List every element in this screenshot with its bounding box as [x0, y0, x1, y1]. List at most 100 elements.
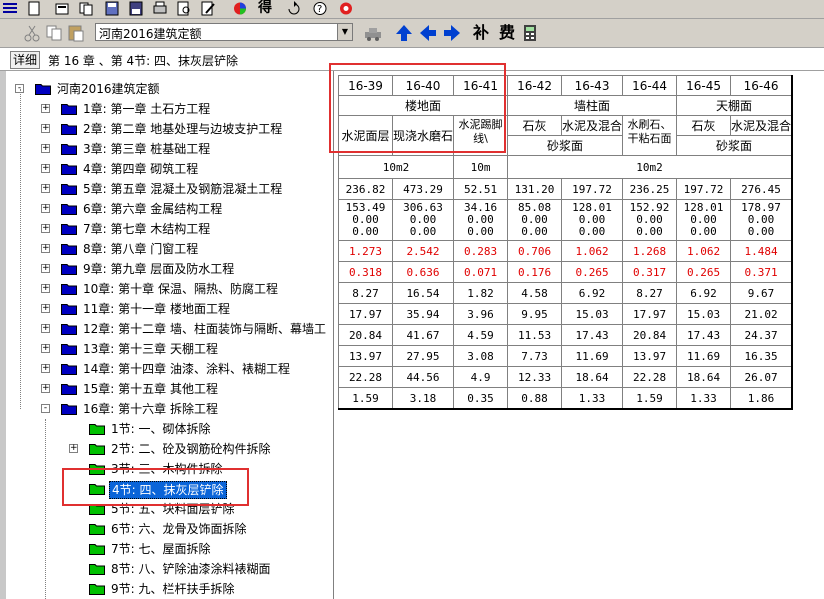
preview-icon[interactable] [176, 1, 192, 16]
text-tool-button[interactable]: 得 [258, 1, 282, 16]
value-cell[interactable]: 8.27 [338, 282, 393, 304]
value-cell[interactable]: 15.03 [561, 303, 624, 325]
expand-icon[interactable]: + [41, 224, 50, 233]
unit-cell[interactable]: 10m2 [507, 155, 793, 179]
value-cell[interactable]: 16.54 [391, 282, 455, 304]
supplement-button[interactable]: 补 [470, 23, 492, 43]
value-cell[interactable]: 3.08 [453, 345, 509, 367]
tree-chapter-item[interactable]: +8章: 第八章 门窗工程 [7, 239, 333, 259]
arrow-left-icon[interactable] [418, 23, 438, 43]
copy-icon[interactable] [44, 23, 64, 43]
exit-icon[interactable] [338, 1, 354, 16]
value-cell[interactable]: 17.97 [622, 303, 678, 325]
tree-chapter-item[interactable]: +1章: 第一章 土石方工程 [7, 99, 333, 119]
tree-chapter-item[interactable]: +7章: 第七章 木结构工程 [7, 219, 333, 239]
expand-icon[interactable]: + [41, 304, 50, 313]
coefficient-cell[interactable]: 1.273 [338, 240, 393, 262]
value-cell[interactable]: 22.28 [338, 366, 393, 388]
value-cell[interactable]: 11.69 [561, 345, 624, 367]
expand-icon[interactable]: + [41, 384, 50, 393]
fee-button[interactable]: 费 [496, 23, 518, 43]
base-price-cell[interactable]: 236.82 [338, 178, 393, 200]
value-cell[interactable]: 35.94 [391, 303, 455, 325]
tree-chapter-item[interactable]: +9章: 第九章 层面及防水工程 [7, 259, 333, 279]
group-label-cell[interactable]: 墙柱面 [507, 95, 678, 116]
tree-chapter-item[interactable]: +4章: 第四章 砌筑工程 [7, 159, 333, 179]
value-cell[interactable]: 17.97 [338, 303, 393, 325]
base-price-cell[interactable]: 473.29 [391, 178, 455, 200]
value-cell[interactable]: 4.9 [453, 366, 509, 388]
edit-icon[interactable] [200, 1, 216, 16]
expand-icon[interactable]: + [41, 164, 50, 173]
quota-code-cell[interactable]: 16-45 [676, 75, 732, 96]
tree-chapter-item[interactable]: +13章: 第十三章 天棚工程 [7, 339, 333, 359]
coefficient-cell[interactable]: 0.371 [730, 261, 793, 283]
value-cell[interactable]: 6.92 [676, 282, 732, 304]
value-cell[interactable]: 0.88 [507, 387, 563, 410]
value-cell[interactable]: 44.56 [391, 366, 455, 388]
value-cell[interactable]: 1.86 [730, 387, 793, 410]
sub-name-cell[interactable]: 水泥及混合 [561, 115, 624, 136]
value-cell[interactable]: 1.59 [338, 387, 393, 410]
value-cell[interactable]: 20.84 [622, 324, 678, 346]
coefficient-cell[interactable]: 0.265 [561, 261, 624, 283]
base-price-cell[interactable]: 276.45 [730, 178, 793, 200]
tree-section-item[interactable]: 7节: 七、屋面拆除 [7, 539, 333, 559]
value-cell[interactable]: 24.37 [730, 324, 793, 346]
value-cell[interactable]: 4.59 [453, 324, 509, 346]
value-cell[interactable]: 0.35 [453, 387, 509, 410]
sub-name-cell[interactable]: 石灰 [676, 115, 732, 136]
floppy-icon[interactable] [128, 1, 144, 16]
calculator-icon[interactable] [520, 23, 540, 43]
value-cell[interactable]: 4.58 [507, 282, 563, 304]
coefficient-cell[interactable]: 1.268 [622, 240, 678, 262]
tree-chapter-item[interactable]: +6章: 第六章 金属结构工程 [7, 199, 333, 219]
tree-chapter-item[interactable]: +5章: 第五章 混凝土及钢筋混凝土工程 [7, 179, 333, 199]
coefficient-cell[interactable]: 1.062 [676, 240, 732, 262]
coefficient-cell[interactable]: 1.484 [730, 240, 793, 262]
value-cell[interactable]: 21.02 [730, 303, 793, 325]
save-icon[interactable] [104, 1, 120, 16]
base-price-cell[interactable]: 131.20 [507, 178, 563, 200]
new-file-icon[interactable] [26, 1, 42, 16]
expand-icon[interactable]: + [41, 364, 50, 373]
tree-chapter-item[interactable]: +11章: 第十一章 楼地面工程 [7, 299, 333, 319]
value-cell[interactable]: 1.59 [622, 387, 678, 410]
menu-icon[interactable] [2, 1, 18, 16]
quota-code-cell[interactable]: 16-46 [730, 75, 793, 96]
base-price-cell[interactable]: 52.51 [453, 178, 509, 200]
coefficient-cell[interactable]: 0.706 [507, 240, 563, 262]
coefficient-cell[interactable]: 0.283 [453, 240, 509, 262]
tree-section-item[interactable]: 6节: 六、龙骨及饰面拆除 [7, 519, 333, 539]
tree-section-item[interactable]: 1节: 一、砌体拆除 [7, 419, 333, 439]
coefficient-cell[interactable]: 0.318 [338, 261, 393, 283]
group-label-cell[interactable]: 天棚面 [676, 95, 793, 116]
material-label-cell[interactable]: 砂浆面 [507, 135, 624, 156]
value-cell[interactable]: 17.43 [676, 324, 732, 346]
value-cell[interactable]: 27.95 [391, 345, 455, 367]
coefficient-cell[interactable]: 1.062 [561, 240, 624, 262]
coefficient-cell[interactable]: 0.265 [676, 261, 732, 283]
tree-chapter-item[interactable]: +3章: 第三章 桩基础工程 [7, 139, 333, 159]
copy-doc-icon[interactable] [78, 1, 94, 16]
tree-root[interactable]: - 河南2016建筑定额 [7, 79, 333, 99]
coefficient-cell[interactable]: 0.317 [622, 261, 678, 283]
help-icon[interactable]: ? [312, 1, 328, 16]
value-cell[interactable]: 3.96 [453, 303, 509, 325]
labor-cell[interactable]: 128.01 0.00 0.00 [676, 199, 732, 241]
paste-icon[interactable] [66, 23, 86, 43]
value-cell[interactable]: 16.35 [730, 345, 793, 367]
base-price-cell[interactable]: 236.25 [622, 178, 678, 200]
coefficient-cell[interactable]: 2.542 [391, 240, 455, 262]
expand-icon[interactable]: + [41, 204, 50, 213]
quota-tree[interactable]: - 河南2016建筑定额 +1章: 第一章 土石方工程 +2章: 第二章 地基处理与边… [7, 71, 334, 599]
value-cell[interactable]: 12.33 [507, 366, 563, 388]
open-file-icon[interactable] [54, 1, 70, 16]
labor-cell[interactable]: 85.08 0.00 0.00 [507, 199, 563, 241]
value-cell[interactable]: 26.07 [730, 366, 793, 388]
unit-cell[interactable]: 10m2 [337, 155, 455, 179]
unit-cell[interactable]: 10m [453, 155, 509, 179]
material-label-cell[interactable]: 砂浆面 [676, 135, 793, 156]
print-icon[interactable] [152, 1, 168, 16]
quota-code-cell[interactable]: 16-44 [622, 75, 678, 96]
